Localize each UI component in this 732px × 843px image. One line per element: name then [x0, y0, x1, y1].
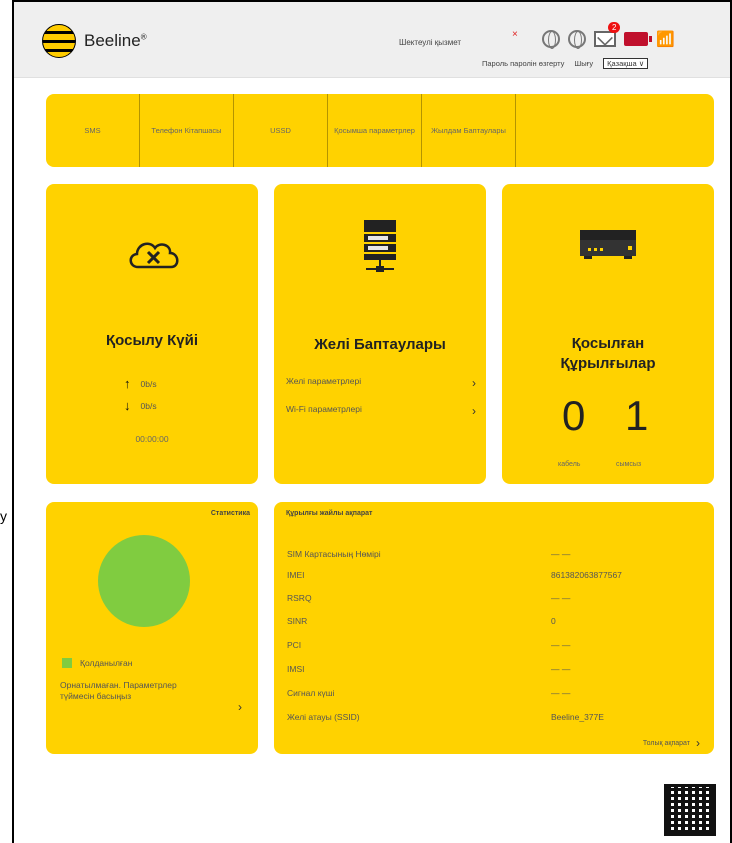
info-row-pci: PCI — —	[287, 640, 571, 650]
wifi-params-label: Wi-Fi параметрлері	[286, 404, 362, 414]
cloud-disconnected-icon	[126, 236, 182, 270]
info-row-ssid: Желі атауы (SSID) Beeline_377E	[287, 712, 604, 722]
device-info-card: Құрылғы жайлы ақпарат SIM Картасының Нөм…	[274, 502, 714, 754]
stats-not-configured-note: Орнатылмаған. Параметрлер түймесін басың…	[60, 680, 177, 701]
info-row-signal: Сигнал күші — —	[287, 688, 571, 698]
brand-name: Beeline®	[84, 31, 147, 50]
server-rack-icon	[362, 218, 398, 281]
network-params-label: Желі параметрлері	[286, 376, 362, 386]
globe-icon[interactable]	[542, 30, 560, 49]
chevron-right-icon: ›	[472, 376, 476, 390]
download-speed: ↓ 0b/s	[124, 398, 157, 413]
arrow-up-icon: ↑	[124, 376, 131, 391]
connected-devices-card[interactable]: Қосылған Құрылғылар 0 1 кабель сымсыз	[502, 184, 714, 484]
info-row-sim: SIM Картасының Нөмірі — —	[287, 549, 571, 559]
legend-swatch	[62, 658, 72, 668]
tab-quick-setup[interactable]: Жылдам Баптаулары	[422, 94, 516, 167]
mail-badge: 2	[608, 22, 621, 33]
top-nav-tabs: SMS Телефон Кітапшасы USSD Қосымша парам…	[46, 94, 714, 167]
usage-pie-chart	[98, 535, 190, 627]
upload-speed: ↑ 0b/s	[124, 376, 157, 391]
statistics-card[interactable]: Статистика Қолданылған Орнатылмаған. Пар…	[46, 502, 258, 754]
download-speed-value: 0b/s	[140, 400, 157, 411]
tab-ussd[interactable]: USSD	[234, 94, 328, 167]
logo[interactable]: Beeline®	[42, 24, 147, 58]
connection-timer: 00:00:00	[135, 434, 169, 444]
qr-code-image	[664, 784, 716, 836]
info-row-imsi: IMSI — —	[287, 664, 571, 674]
arrow-down-icon: ↓	[124, 398, 131, 413]
logout-link[interactable]: Шығу	[574, 59, 593, 68]
usage-legend: Қолданылған	[62, 658, 132, 668]
router-device-icon	[578, 228, 638, 265]
tab-advanced-settings[interactable]: Қосымша параметрлер	[328, 94, 422, 167]
info-row-rsrq: RSRQ — —	[287, 593, 571, 603]
tab-sms[interactable]: SMS	[46, 94, 140, 167]
limited-service-link[interactable]: Шектеулі қызмет	[399, 38, 461, 47]
info-row-imei: IMEI 861382063877567	[287, 570, 622, 580]
chevron-right-icon[interactable]: ›	[238, 700, 242, 714]
chevron-right-icon: ›	[696, 736, 700, 750]
connection-status-card[interactable]: Қосылу Күйі ↑ 0b/s ↓ 0b/s 00:00:00	[46, 184, 258, 484]
cable-label: кабель	[558, 461, 581, 468]
network-settings-card[interactable]: Желі Баптаулары Желі параметрлері › Wi-F…	[274, 184, 486, 484]
status-icons: 2 📶	[542, 22, 675, 49]
legend-used-label: Қолданылған	[80, 658, 133, 668]
wireless-label: сымсыз	[616, 461, 642, 468]
header-actions: Пароль паролін өзгерту Шығу Қазақша ∨	[482, 58, 649, 69]
tab-phonebook[interactable]: Телефон Кітапшасы	[140, 94, 234, 167]
statistics-title: Статистика	[210, 510, 250, 517]
battery-icon	[624, 32, 652, 46]
cable-device-count: 0	[562, 392, 586, 439]
wifi-icon: 📶	[656, 31, 675, 48]
network-params-link[interactable]: Желі параметрлері ›	[286, 376, 476, 390]
language-select[interactable]: Қазақша ∨	[603, 58, 649, 69]
change-password-link[interactable]: Пароль паролін өзгерту	[482, 59, 564, 68]
connected-devices-title-line2: Құрылғылар	[560, 354, 656, 372]
upload-speed-value: 0b/s	[140, 378, 157, 389]
router-admin-page: Beeline® Шектеулі қызмет × 2 📶 Пароль па…	[12, 0, 732, 843]
device-info-title: Құрылғы жайлы ақпарат	[286, 510, 373, 517]
stray-mark: y	[0, 508, 7, 524]
wifi-params-link[interactable]: Wi-Fi параметрлері ›	[286, 404, 476, 418]
connected-devices-title-line1: Қосылған	[571, 335, 645, 352]
wireless-device-count: 1	[625, 392, 649, 439]
header: Beeline® Шектеулі қызмет × 2 📶 Пароль па…	[14, 2, 730, 78]
mail-icon[interactable]: 2	[594, 22, 621, 47]
more-info-label: Толық ақпарат	[642, 739, 690, 747]
chevron-right-icon: ›	[472, 404, 476, 418]
more-info-link[interactable]: Толық ақпарат ›	[643, 736, 700, 750]
beeline-logo-icon	[42, 24, 76, 58]
no-signal-x-icon: ×	[512, 29, 518, 40]
globe-icon[interactable]	[568, 30, 586, 49]
network-settings-title: Желі Баптаулары	[314, 336, 446, 353]
info-row-sinr: SINR 0	[287, 616, 556, 626]
connection-status-title: Қосылу Күйі	[106, 332, 198, 349]
connected-devices-title: Қосылған Құрылғылар	[502, 334, 714, 373]
